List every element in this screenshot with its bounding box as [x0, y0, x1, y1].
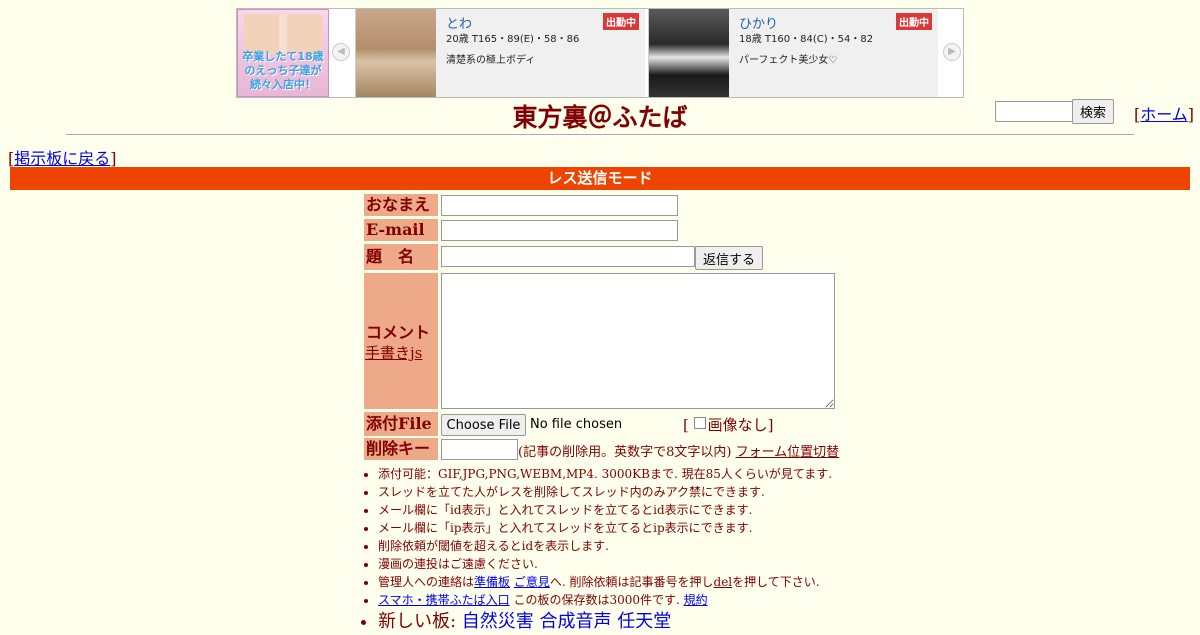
- ad-card-photo: [356, 9, 436, 97]
- reply-mode-bar: レス送信モード: [10, 167, 1190, 190]
- chevron-right-icon[interactable]: ▶: [943, 43, 961, 61]
- home-nav: [ホーム]: [1134, 101, 1194, 125]
- tegaki-link[interactable]: 手書きjs: [365, 342, 422, 363]
- comment-label-cell: コメント: [364, 273, 438, 409]
- no-image-option: [ 画像なし]: [683, 414, 774, 435]
- terms-link[interactable]: 規約: [684, 593, 708, 607]
- ad-card-desc: 清楚系の極上ボディ: [446, 55, 536, 66]
- bracket-close: ]: [1187, 105, 1195, 124]
- contact-suffix: を押して下さい.: [732, 575, 820, 589]
- divider: [66, 134, 1134, 136]
- delete-key-hint: (記事の削除用。英数字で8文字以内): [518, 445, 732, 460]
- back-nav: [掲示板に戻る]: [8, 145, 117, 169]
- del-label: del: [713, 575, 733, 589]
- name-field[interactable]: [441, 195, 678, 216]
- storage-note: この板の保存数は3000件です.: [509, 593, 684, 607]
- board-link[interactable]: 任天堂: [617, 611, 671, 632]
- email-field[interactable]: [441, 220, 678, 241]
- ad-card-specs: 18歳 T160・84(C)・54・82: [739, 34, 874, 45]
- ad-card-badge: 出勤中: [603, 13, 639, 30]
- list-item: スレッドを立てた人がレスを削除してスレッド内のみアク禁にできます.: [378, 483, 832, 501]
- list-item: 管理人への連絡は準備板 ご意見へ. 削除依頼は記事番号を押しdelを押して下さい…: [378, 573, 832, 591]
- list-item: メール欄に「id表示」と入れてスレッドを立てるとid表示にできます.: [378, 501, 832, 519]
- ad-card[interactable]: ひかり 18歳 T160・84(C)・54・82 パーフェクト美少女♡ 出勤中: [648, 9, 938, 97]
- bracket-close: ]: [767, 416, 774, 434]
- subject-field[interactable]: [441, 246, 695, 267]
- email-label: E-mail: [364, 219, 438, 241]
- no-image-label: 画像なし: [707, 416, 768, 434]
- comment-label: コメント: [366, 323, 431, 342]
- ad-banner[interactable]: 卒業したて18歳のえっち子達が続々入店中！ ◀ とわ 20歳 T165・89(E…: [236, 8, 964, 98]
- ad-card-specs: 20歳 T165・89(E)・58・86: [446, 34, 580, 45]
- list-item: 漫画の連投はご遠慮ください.: [378, 555, 832, 573]
- mobile-entrance-link[interactable]: スマホ・携帯ふたば入口: [378, 593, 510, 607]
- reply-submit-button[interactable]: 返信する: [695, 246, 763, 270]
- list-item: メール欄に「ip表示」と入れてスレッドを立てるとip表示にできます.: [378, 519, 832, 537]
- file-label: 添付File: [364, 412, 438, 436]
- rules-list: 添付可能：GIF,JPG,PNG,WEBM,MP4. 3000KBまで. 現在8…: [362, 465, 832, 635]
- name-label: おなまえ: [364, 194, 438, 216]
- ad-card-badge: 出勤中: [896, 13, 932, 30]
- subject-label: 題 名: [364, 244, 438, 270]
- prep-board-link[interactable]: 準備板: [474, 575, 510, 589]
- contact-prefix: 管理人への連絡は: [378, 575, 475, 589]
- search-input[interactable]: [995, 101, 1073, 122]
- list-item: 添付可能：GIF,JPG,PNG,WEBM,MP4. 3000KBまで. 現在8…: [378, 465, 832, 483]
- board-link[interactable]: 合成音声: [540, 611, 612, 632]
- board-link[interactable]: 自然災害: [462, 611, 534, 632]
- no-image-checkbox[interactable]: [693, 417, 706, 429]
- ad-card[interactable]: とわ 20歳 T165・89(E)・58・86 清楚系の極上ボディ 出勤中: [355, 9, 645, 97]
- contact-middle: へ. 削除依頼は記事番号を押し: [549, 575, 714, 589]
- bracket-close: ]: [110, 149, 117, 168]
- feedback-link[interactable]: ご意見: [514, 575, 550, 589]
- comment-textarea[interactable]: [441, 273, 835, 409]
- delete-key-note: (記事の削除用。英数字で8文字以内) フォーム位置切替: [518, 441, 839, 460]
- ad-promo-text: 卒業したて18歳のえっち子達が続々入店中！: [242, 50, 324, 91]
- list-item: 新しい板: 自然災害 合成音声 任天堂: [378, 609, 832, 635]
- new-boards-label: 新しい板:: [378, 611, 462, 632]
- list-item: スマホ・携帯ふたば入口 この板の保存数は3000件です. 規約: [378, 591, 832, 609]
- delete-key-label: 削除キー: [364, 438, 438, 460]
- search-button[interactable]: 検索: [1072, 99, 1114, 124]
- list-item: 削除依頼が閾値を超えるとidを表示します.: [378, 537, 832, 555]
- bracket-open: [: [683, 416, 689, 434]
- ad-promo-image[interactable]: 卒業したて18歳のえっち子達が続々入店中！: [237, 9, 329, 97]
- ad-card-desc: パーフェクト美少女♡: [739, 55, 838, 66]
- choose-file-button[interactable]: Choose File: [441, 414, 526, 436]
- ad-promo-photo: [244, 14, 322, 54]
- file-status: No file chosen: [530, 417, 623, 432]
- home-link[interactable]: ホーム: [1140, 105, 1188, 124]
- delete-key-field[interactable]: [441, 439, 518, 460]
- form-position-toggle[interactable]: フォーム位置切替: [736, 445, 840, 460]
- ad-card-photo: [649, 9, 729, 97]
- chevron-left-icon[interactable]: ◀: [332, 43, 350, 61]
- back-to-board-link[interactable]: 掲示板に戻る: [14, 149, 110, 168]
